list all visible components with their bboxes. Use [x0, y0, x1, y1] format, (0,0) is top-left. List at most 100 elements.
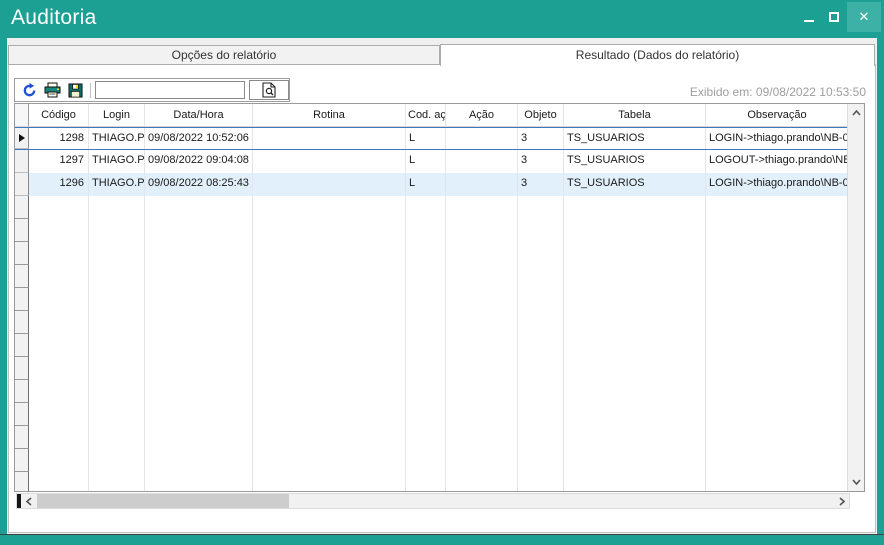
- column-header-tabela[interactable]: Tabela: [564, 104, 706, 126]
- close-button[interactable]: ✕: [847, 2, 881, 32]
- scroll-right-button[interactable]: [834, 494, 849, 508]
- row-indicator: [15, 288, 29, 311]
- scroll-up-button[interactable]: [848, 105, 864, 121]
- grid-cell-objeto[interactable]: 3: [518, 173, 564, 196]
- grid-cell-tabela[interactable]: TS_USUARIOS: [564, 173, 706, 196]
- grid-cell-tabela[interactable]: TS_USUARIOS: [564, 128, 706, 149]
- column-header-datahora[interactable]: Data/Hora: [145, 104, 253, 126]
- column-grid-line: [88, 196, 89, 491]
- grid-cell-datahora[interactable]: 09/08/2022 08:25:43: [145, 173, 253, 196]
- grid-cell-cod_acao[interactable]: L: [406, 150, 446, 173]
- column-grid-line: [517, 196, 518, 491]
- row-indicator: [15, 173, 29, 196]
- grid-toolbar: [14, 78, 290, 102]
- grid-cell-objeto[interactable]: 3: [518, 150, 564, 173]
- grid-cell-codigo[interactable]: 1297: [29, 150, 89, 173]
- column-header-observacao[interactable]: Observação: [706, 104, 849, 126]
- report-preview-icon: [262, 82, 276, 98]
- chevron-up-icon: [852, 110, 861, 116]
- horizontal-scrollbar[interactable]: [16, 493, 850, 509]
- print-button[interactable]: [43, 82, 61, 99]
- grid-header-row: CódigoLoginData/HoraRotinaCod. açãoAçãoO…: [15, 104, 847, 127]
- window-border-right: [877, 38, 884, 545]
- grid-rows: 1298THIAGO.PRANDO09/08/2022 10:52:06L3TS…: [15, 127, 847, 196]
- current-row-arrow-icon: [19, 134, 25, 142]
- column-header-cod_acao[interactable]: Cod. ação: [406, 104, 446, 126]
- column-header-rotina[interactable]: Rotina: [253, 104, 406, 126]
- column-header-login[interactable]: Login: [89, 104, 145, 126]
- printer-icon: [44, 82, 61, 98]
- grid-cell-cod_acao[interactable]: L: [406, 173, 446, 196]
- displayed-at-label: Exibido em: 09/08/2022 10:53:50: [690, 85, 866, 99]
- toolbar-separator: [90, 83, 91, 98]
- row-indicator: [15, 334, 29, 357]
- column-grid-line: [252, 196, 253, 491]
- grid-cell-login[interactable]: THIAGO.PRANDO: [89, 150, 145, 173]
- chevron-left-icon: [26, 497, 32, 506]
- chevron-down-icon: [852, 479, 861, 485]
- row-indicator: [15, 196, 29, 219]
- grid-empty-area: [15, 196, 847, 491]
- grid-cell-observacao[interactable]: LOGIN->thiago.prando\NB-0: [706, 128, 849, 149]
- column-header-codigo[interactable]: Código: [29, 104, 89, 126]
- column-header-objeto[interactable]: Objeto: [518, 104, 564, 126]
- tab-opcoes-relatorio[interactable]: Opções do relatório: [8, 45, 440, 65]
- grid-cell-tabela[interactable]: TS_USUARIOS: [564, 150, 706, 173]
- scroll-left-button[interactable]: [21, 494, 36, 508]
- row-indicator: [15, 219, 29, 242]
- row-indicator: [15, 426, 29, 449]
- row-indicator: [15, 449, 29, 472]
- row-indicator: [15, 311, 29, 334]
- table-row[interactable]: 1298THIAGO.PRANDO09/08/2022 10:52:06 L 3TS…: [15, 127, 847, 150]
- maximize-button[interactable]: [821, 2, 847, 32]
- table-row[interactable]: 1297THIAGO.PRANDO09/08/2022 09:04:08 L 3TS…: [15, 150, 847, 173]
- grid-cell-rotina[interactable]: [253, 128, 406, 149]
- tab-resultado-relatorio[interactable]: Resultado (Dados do relatório): [440, 44, 875, 66]
- table-row[interactable]: 1296THIAGO.PRANDO09/08/2022 08:25:43 L 3TS…: [15, 173, 847, 196]
- minimize-icon: [804, 20, 814, 22]
- current-row-indicator: [15, 128, 29, 149]
- preview-button[interactable]: [249, 80, 289, 100]
- chevron-right-icon: [839, 497, 845, 506]
- window-title: Auditoria: [11, 6, 97, 30]
- row-indicator: [15, 472, 29, 492]
- close-icon: ✕: [859, 9, 870, 25]
- save-button[interactable]: [66, 82, 84, 99]
- grid-cell-observacao[interactable]: LOGIN->thiago.prando\NB-0: [706, 173, 849, 196]
- scroll-down-button[interactable]: [848, 474, 864, 490]
- grid-cell-acao[interactable]: [446, 150, 518, 173]
- column-grid-line: [445, 196, 446, 491]
- row-indicator: [15, 265, 29, 288]
- grid-cell-acao[interactable]: [446, 173, 518, 196]
- column-grid-line: [144, 196, 145, 491]
- save-icon: [68, 83, 83, 98]
- row-indicator-header: [15, 104, 29, 126]
- grid-cell-login[interactable]: THIAGO.PRANDO: [89, 128, 145, 149]
- column-grid-line: [563, 196, 564, 491]
- grid-cell-rotina[interactable]: [253, 150, 406, 173]
- grid-cell-objeto[interactable]: 3: [518, 128, 564, 149]
- refresh-icon: [22, 83, 37, 98]
- row-indicator: [15, 357, 29, 380]
- grid-cell-datahora[interactable]: 09/08/2022 10:52:06: [145, 128, 253, 149]
- audit-grid: CódigoLoginData/HoraRotinaCod. açãoAçãoO…: [14, 103, 865, 492]
- horizontal-scroll-thumb[interactable]: [37, 494, 289, 508]
- grid-cell-codigo[interactable]: 1296: [29, 173, 89, 196]
- grid-cell-rotina[interactable]: [253, 173, 406, 196]
- search-input[interactable]: [95, 81, 245, 99]
- grid-cell-datahora[interactable]: 09/08/2022 09:04:08: [145, 150, 253, 173]
- vertical-scrollbar[interactable]: [847, 104, 864, 491]
- row-indicator: [15, 403, 29, 426]
- grid-cell-codigo[interactable]: 1298: [29, 128, 89, 149]
- refresh-button[interactable]: [20, 82, 38, 99]
- grid-cell-cod_acao[interactable]: L: [406, 128, 446, 149]
- column-header-acao[interactable]: Ação: [446, 104, 518, 126]
- indicator-column: [15, 196, 29, 492]
- grid-cell-observacao[interactable]: LOGOUT->thiago.prando\NB: [706, 150, 849, 173]
- minimize-button[interactable]: [797, 2, 821, 32]
- grid-cell-login[interactable]: THIAGO.PRANDO: [89, 173, 145, 196]
- window-border-left: [0, 38, 7, 545]
- grid-cell-acao[interactable]: [446, 128, 518, 149]
- row-indicator: [15, 380, 29, 403]
- column-grid-line: [705, 196, 706, 491]
